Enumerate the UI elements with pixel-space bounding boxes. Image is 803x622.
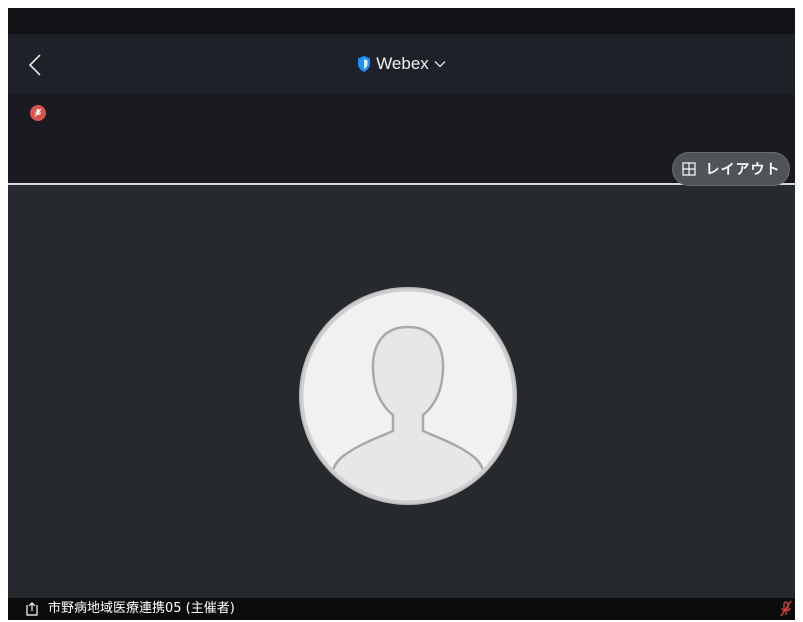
participant-name-bar: 市野病地域医療連携05 (主催者) bbox=[8, 598, 795, 620]
meeting-title-dropdown[interactable]: Webex bbox=[8, 50, 795, 78]
meeting-header: Webex bbox=[8, 34, 795, 94]
grid-icon bbox=[681, 162, 696, 176]
webex-meeting-window: Webex レイアウト 市野病地域医療連携05 (主催者) bbox=[8, 8, 795, 620]
meeting-title: Webex bbox=[376, 54, 429, 73]
shield-icon bbox=[358, 56, 371, 72]
share-icon bbox=[26, 602, 38, 616]
layout-button-label: レイアウト bbox=[705, 162, 781, 178]
participant-name: 市野病地域医療連携05 (主催者) bbox=[48, 601, 235, 616]
person-placeholder-icon bbox=[297, 285, 519, 507]
layout-button[interactable]: レイアウト bbox=[672, 152, 790, 186]
status-bar bbox=[8, 8, 795, 34]
chevron-down-icon bbox=[434, 61, 446, 68]
muted-mic-icon[interactable] bbox=[30, 105, 46, 121]
muted-mic-icon bbox=[780, 600, 792, 617]
